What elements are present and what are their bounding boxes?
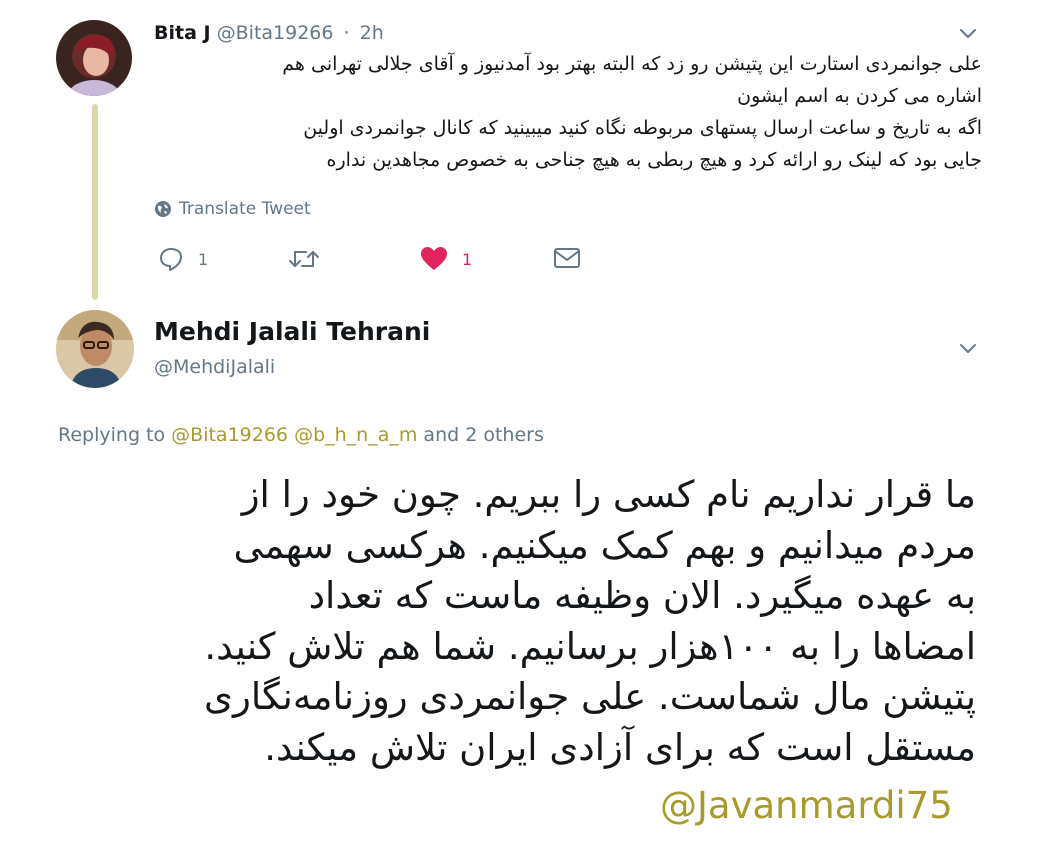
main-avatar[interactable] [56,310,134,388]
main-text-line: پتیشن مال شماست. علی جوانمردی روزنامه‌نگ… [204,675,976,718]
main-text-line: مردم میدانیم و بهم کمک میکنیم. هرکسی سهم… [233,523,977,567]
user-avatar-icon [56,310,134,388]
parent-text-line: اشاره می کردن به اسم ایشون [737,85,982,107]
parent-tweet-text: علی جوانمردی استارت این پتیشن رو زد که ا… [150,48,982,176]
parent-author-handle[interactable]: @Bita19266 [217,22,334,44]
envelope-icon [554,248,580,268]
chevron-down-icon[interactable] [958,27,978,41]
replying-mention-link[interactable]: @Bita19266 [171,424,288,446]
chevron-down-icon[interactable] [958,342,978,356]
translate-label: Translate Tweet [179,199,311,219]
main-author-name[interactable]: Mehdi Jalali Tehrani [154,317,430,346]
reply-button[interactable]: 1 [158,246,208,272]
parent-timestamp[interactable]: 2h [360,22,384,44]
replying-mention-link[interactable]: @b_h_n_a_m [294,424,417,446]
retweet-button[interactable] [288,246,320,272]
globe-icon [155,201,171,217]
like-count: 1 [462,249,473,269]
parent-text-line: علی جوانمردی استارت این پتیشن رو زد که ا… [282,53,982,75]
replying-prefix: Replying to [58,424,166,446]
replying-others-link[interactable]: and 2 others [423,424,543,446]
main-author-handle[interactable]: @MehdiJalali [154,356,275,378]
reply-count: 1 [198,249,209,269]
replying-to-line: Replying to @Bita19266 @b_h_n_a_m and 2 … [58,424,544,446]
tweet-actions-bar: 1 1 [0,244,1041,278]
translate-tweet-link[interactable]: Translate Tweet [154,199,311,219]
like-button[interactable]: 1 [420,246,472,272]
reply-icon [160,248,182,271]
main-text-line: ما قرار نداریم نام کسی را ببریم. چون خود… [241,473,976,516]
main-text-line: مستقل است که برای آزادی ایران تلاش میکند… [264,725,976,769]
user-avatar-icon [56,20,132,96]
main-text-line: به عهده میگیرد. الان وظیفه ماست که تعداد [308,574,976,617]
main-text-line: امضاها را به ۱۰۰هزار برسانیم. شما هم تلا… [204,624,976,668]
parent-text-line: جایی بود که لینک رو ارائه کرد و هیچ ربطی… [326,149,982,171]
tweet-mention-link[interactable]: @Javanmardi75 [660,784,953,827]
retweet-icon [289,251,319,267]
direct-message-button[interactable] [553,247,581,269]
parent-text-line: اگه به تاریخ و ساعت ارسال پستهای مربوطه … [303,117,982,139]
heart-icon [421,247,447,270]
parent-author-name[interactable]: Bita J [154,22,211,44]
header-separator: · [343,22,350,44]
parent-tweet-header: Bita J @Bita19266 · 2h [154,22,384,44]
main-tweet-text: ما قرار نداریم نام کسی را ببریم. چون خود… [70,470,976,773]
parent-avatar[interactable] [56,20,132,96]
